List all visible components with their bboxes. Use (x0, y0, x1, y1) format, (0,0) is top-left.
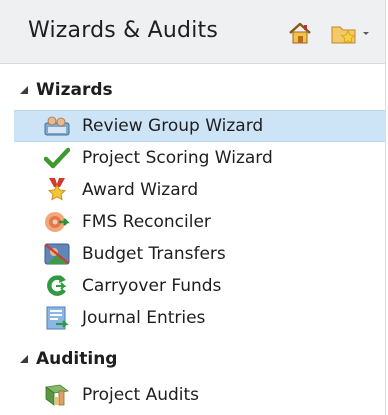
item-budget-transfers[interactable]: Budget Transfers (14, 238, 385, 270)
budget-transfers-icon (44, 241, 70, 267)
award-icon (44, 177, 70, 203)
project-audits-icon (44, 382, 70, 408)
item-label: Carryover Funds (82, 276, 222, 296)
item-review-group-wizard[interactable]: Review Group Wizard (14, 110, 385, 142)
item-label: Journal Entries (82, 308, 206, 328)
fms-reconciler-icon (44, 209, 70, 235)
item-label: Budget Transfers (82, 244, 226, 264)
panel-header: Wizards & Audits (0, 0, 385, 64)
item-project-audits[interactable]: Project Audits (14, 379, 385, 411)
item-award-wizard[interactable]: Award Wizard (14, 174, 385, 206)
section-auditing[interactable]: Auditing (0, 346, 385, 372)
panel-title: Wizards & Audits (28, 18, 218, 43)
journal-entries-icon (44, 305, 70, 331)
item-label: Review Group Wizard (82, 116, 264, 136)
item-label: Award Wizard (82, 180, 199, 200)
home-icon[interactable] (286, 20, 314, 46)
item-project-scoring-wizard[interactable]: Project Scoring Wizard (14, 142, 385, 174)
folder-star-dropdown-icon[interactable] (330, 20, 372, 46)
section-label: Wizards (36, 80, 113, 100)
wizards-audits-panel: Wizards & Audits Wizards Review Group Wi… (0, 0, 386, 415)
review-group-icon (44, 113, 70, 139)
item-label: FMS Reconciler (82, 212, 211, 232)
checkmark-icon (44, 145, 70, 171)
section-wizards[interactable]: Wizards (0, 77, 385, 103)
expanded-triangle-icon[interactable] (19, 85, 29, 95)
item-carryover-funds[interactable]: Carryover Funds (14, 270, 385, 302)
expanded-triangle-icon[interactable] (19, 354, 29, 364)
item-fms-reconciler[interactable]: FMS Reconciler (14, 206, 385, 238)
item-label: Project Audits (82, 385, 200, 405)
item-label: Project Scoring Wizard (82, 148, 273, 168)
item-journal-entries[interactable]: Journal Entries (14, 302, 385, 334)
section-label: Auditing (36, 349, 118, 369)
carryover-icon (44, 273, 70, 299)
